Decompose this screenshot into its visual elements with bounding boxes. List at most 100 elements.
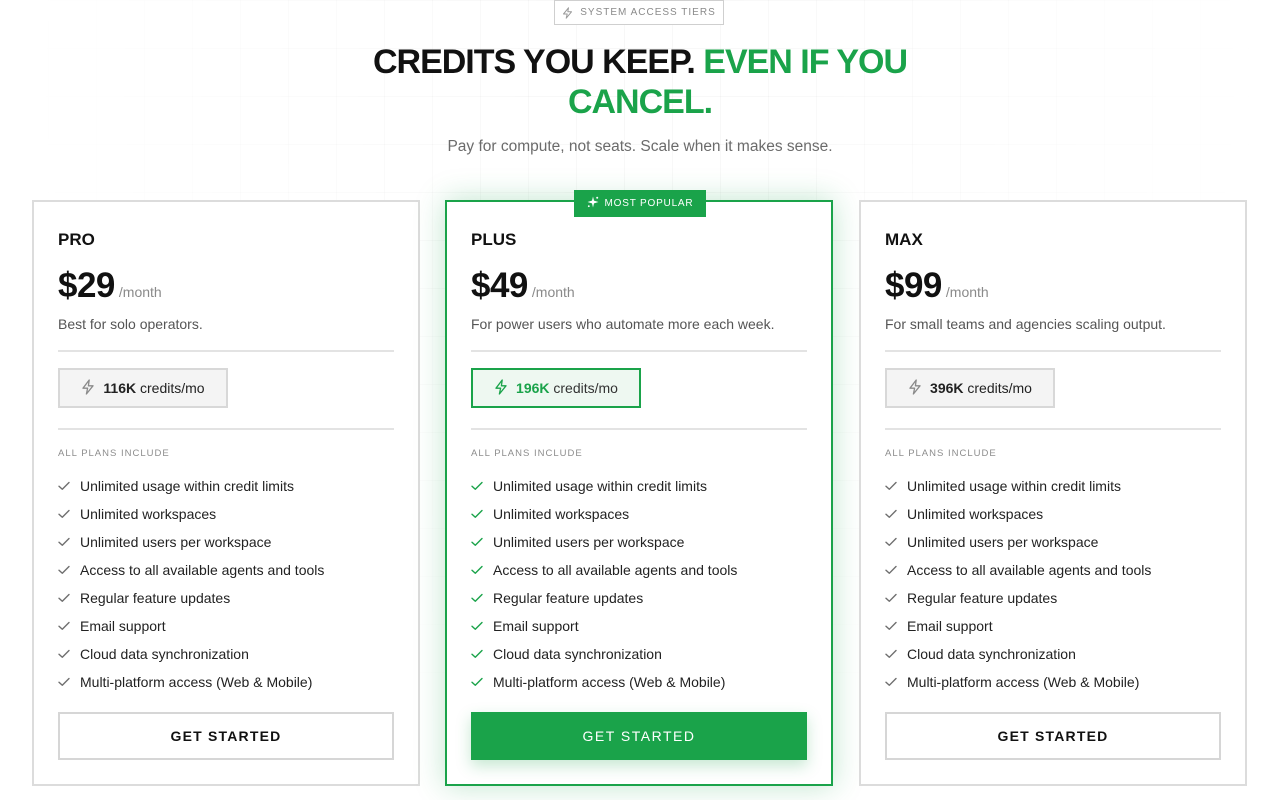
feature-label: Unlimited usage within credit limits: [80, 478, 294, 494]
feature-label: Access to all available agents and tools: [907, 562, 1152, 578]
feature-item: Unlimited workspaces: [471, 500, 807, 528]
feature-item: Unlimited usage within credit limits: [471, 472, 807, 500]
feature-label: Unlimited users per workspace: [493, 534, 685, 550]
plan-card-plus: PLUS $49 /month For power users who auto…: [445, 190, 833, 786]
feature-item: Cloud data synchronization: [885, 640, 1221, 668]
headline-dark: CREDITS YOU KEEP.: [372, 43, 696, 81]
feature-label: Email support: [80, 618, 166, 634]
feature-list: Unlimited usage within credit limits Unli…: [471, 472, 807, 696]
feature-label: Multi-platform access (Web & Mobile): [493, 674, 726, 690]
most-popular-badge: MOST POPULAR: [574, 190, 706, 217]
divider: [58, 350, 394, 352]
check-icon: [885, 562, 897, 578]
divider: [58, 428, 394, 430]
divider: [471, 428, 807, 430]
plan-price: $29: [58, 266, 115, 305]
price-row: $49 /month: [471, 266, 575, 306]
check-icon: [885, 646, 897, 662]
feature-item: Access to all available agents and tools: [58, 556, 394, 584]
get-started-button[interactable]: GET STARTED: [58, 712, 394, 760]
credits-amount: 116K: [103, 380, 137, 396]
feature-item: Regular feature updates: [885, 584, 1221, 612]
feature-label: Unlimited usage within credit limits: [493, 478, 707, 494]
sparkle-icon: [587, 196, 599, 211]
feature-label: Access to all available agents and tools: [493, 562, 738, 578]
check-icon: [885, 534, 897, 550]
tier-badge-label: SYSTEM ACCESS TIERS: [580, 7, 716, 18]
plan-name: PRO: [58, 230, 95, 249]
check-icon: [885, 590, 897, 606]
feature-item: Multi-platform access (Web & Mobile): [471, 668, 807, 696]
bolt-icon: [81, 378, 95, 398]
plan-price: $99: [885, 266, 942, 305]
plan-description: Best for solo operators.: [58, 316, 203, 332]
check-icon: [58, 506, 70, 522]
feature-item: Multi-platform access (Web & Mobile): [58, 668, 394, 696]
pricing-page: SYSTEM ACCESS TIERS CREDITS YOU KEEP. EV…: [0, 0, 1280, 800]
feature-label: Unlimited workspaces: [907, 506, 1044, 522]
includes-label: ALL PLANS INCLUDE: [885, 448, 997, 459]
plan-name: PLUS: [471, 230, 517, 249]
feature-list: Unlimited usage within credit limits Unli…: [885, 472, 1221, 696]
feature-label: Unlimited users per workspace: [80, 534, 272, 550]
plan-card-pro: PRO $29 /month Best for solo operators. …: [32, 200, 420, 786]
feature-item: Email support: [885, 612, 1221, 640]
credits-amount: 396K: [930, 380, 964, 396]
feature-item: Unlimited usage within credit limits: [58, 472, 394, 500]
feature-label: Regular feature updates: [493, 590, 644, 606]
check-icon: [471, 674, 483, 690]
feature-item: Regular feature updates: [471, 584, 807, 612]
bolt-icon: [908, 378, 922, 398]
check-icon: [58, 590, 70, 606]
divider: [885, 350, 1221, 352]
feature-item: Email support: [58, 612, 394, 640]
divider: [471, 350, 807, 352]
headline-green-1: EVEN IF YOU: [703, 43, 908, 81]
feature-item: Multi-platform access (Web & Mobile): [885, 668, 1221, 696]
feature-item: Cloud data synchronization: [58, 640, 394, 668]
bolt-icon: [494, 378, 508, 398]
check-icon: [58, 562, 70, 578]
feature-list: Unlimited usage within credit limits Unli…: [58, 472, 394, 696]
check-icon: [471, 506, 483, 522]
includes-label: ALL PLANS INCLUDE: [58, 448, 170, 459]
credits-text: 196K credits/mo: [516, 380, 618, 396]
feature-item: Cloud data synchronization: [471, 640, 807, 668]
credits-box: 196K credits/mo: [471, 368, 641, 408]
most-popular-label: MOST POPULAR: [604, 198, 694, 209]
get-started-button[interactable]: GET STARTED: [471, 712, 807, 760]
feature-label: Cloud data synchronization: [80, 646, 249, 662]
feature-label: Regular feature updates: [907, 590, 1058, 606]
check-icon: [885, 618, 897, 634]
feature-item: Unlimited usage within credit limits: [885, 472, 1221, 500]
divider: [885, 428, 1221, 430]
feature-label: Multi-platform access (Web & Mobile): [907, 674, 1140, 690]
credits-box: 396K credits/mo: [885, 368, 1055, 408]
feature-item: Unlimited workspaces: [58, 500, 394, 528]
feature-label: Cloud data synchronization: [907, 646, 1076, 662]
get-started-button[interactable]: GET STARTED: [885, 712, 1221, 760]
plan-period: /month: [531, 284, 575, 300]
plan-name: MAX: [885, 230, 923, 249]
feature-label: Regular feature updates: [80, 590, 231, 606]
plan-description: For small teams and agencies scaling out…: [885, 316, 1166, 332]
bolt-icon: [562, 6, 573, 19]
feature-item: Access to all available agents and tools: [471, 556, 807, 584]
check-icon: [58, 534, 70, 550]
check-icon: [471, 534, 483, 550]
feature-item: Unlimited users per workspace: [58, 528, 394, 556]
plan-description: For power users who automate more each w…: [471, 316, 775, 332]
feature-label: Email support: [493, 618, 579, 634]
feature-item: Email support: [471, 612, 807, 640]
feature-item: Unlimited users per workspace: [471, 528, 807, 556]
feature-label: Access to all available agents and tools: [80, 562, 325, 578]
credits-text: 116K credits/mo: [103, 380, 204, 396]
feature-item: Unlimited users per workspace: [885, 528, 1221, 556]
check-icon: [471, 562, 483, 578]
check-icon: [471, 618, 483, 634]
check-icon: [885, 478, 897, 494]
check-icon: [58, 478, 70, 494]
check-icon: [471, 478, 483, 494]
price-row: $29 /month: [58, 266, 162, 306]
check-icon: [471, 646, 483, 662]
